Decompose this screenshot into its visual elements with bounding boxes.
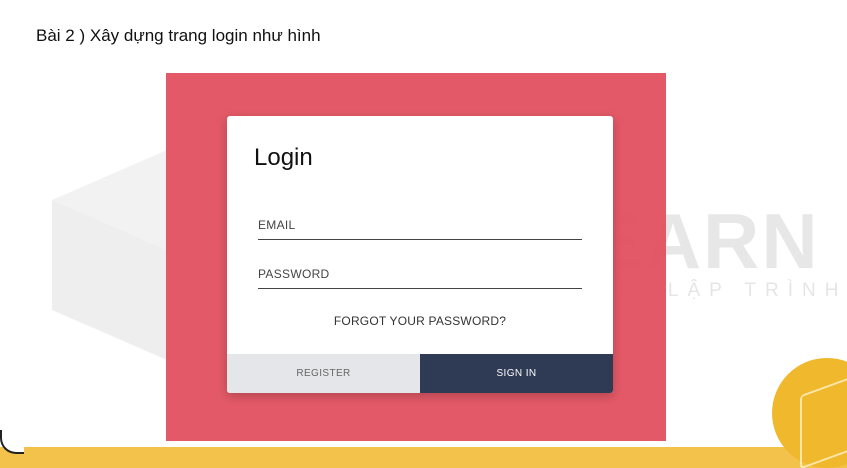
sign-in-button[interactable]: SIGN IN (420, 354, 613, 393)
password-field[interactable] (258, 262, 582, 289)
login-title: Login (254, 144, 313, 171)
bottom-decor-strip (0, 447, 847, 468)
slide-page: Bài 2 ) Xây dựng trang login như hình CY… (0, 0, 847, 468)
register-button[interactable]: REGISTER (227, 354, 420, 393)
slide-heading: Bài 2 ) Xây dựng trang login như hình (36, 26, 321, 45)
email-field[interactable] (258, 213, 582, 240)
login-card: Login FORGOT YOUR PASSWORD? REGISTER SIG… (227, 116, 613, 393)
forgot-password-link[interactable]: FORGOT YOUR PASSWORD? (227, 314, 613, 328)
